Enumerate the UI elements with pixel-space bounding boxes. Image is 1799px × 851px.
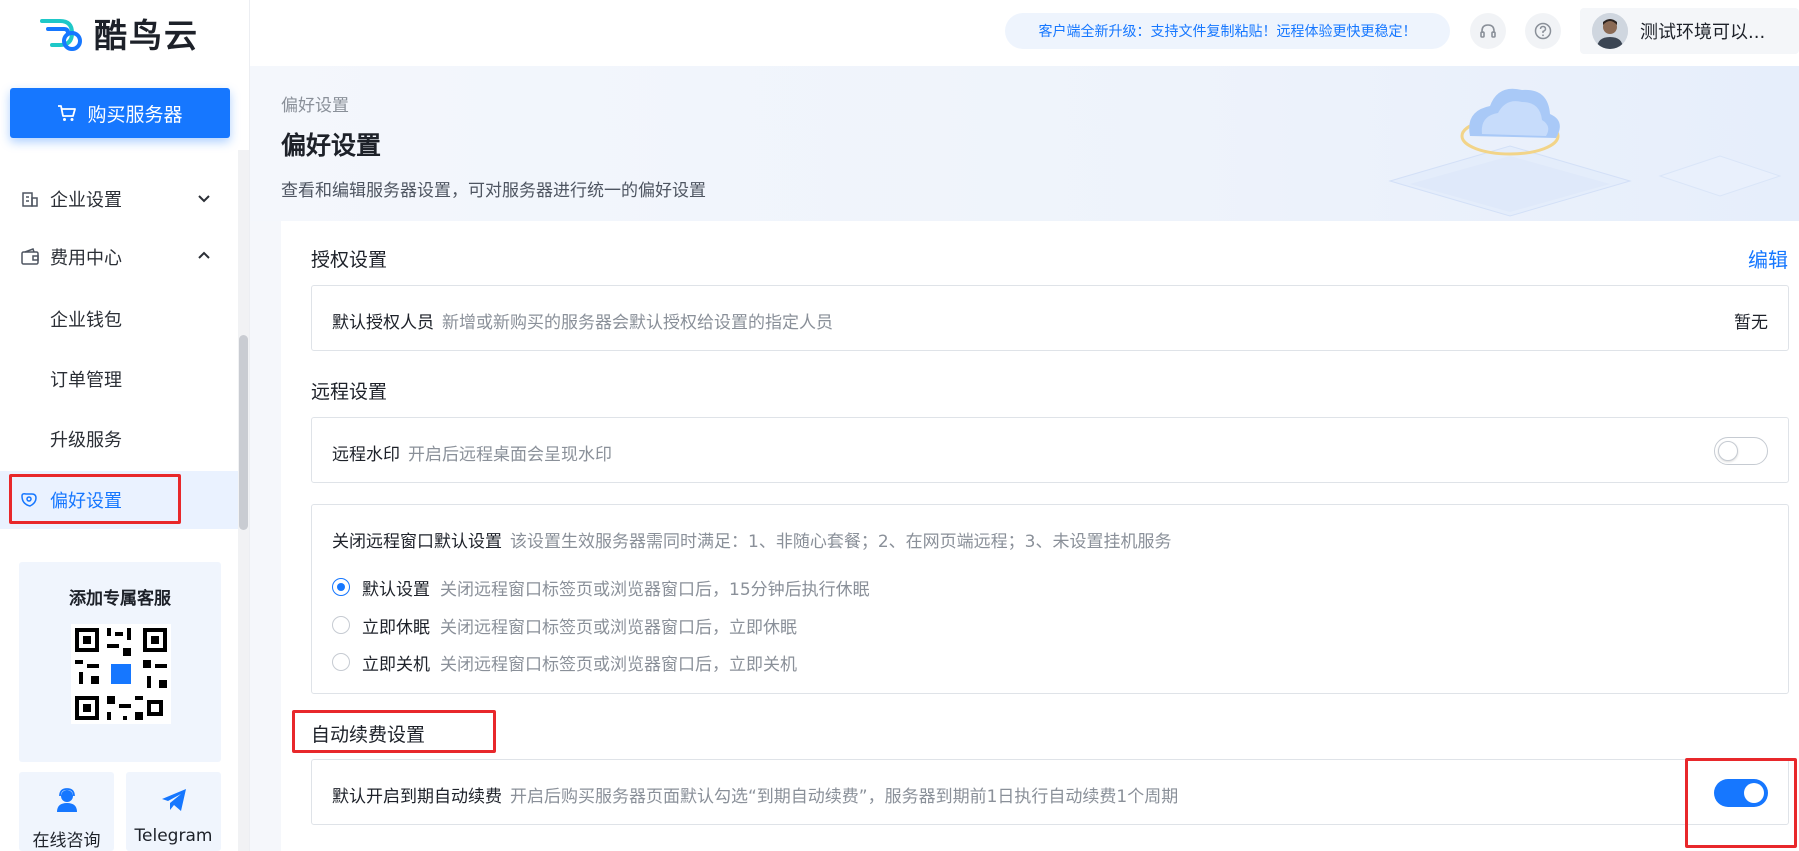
cart-icon (58, 105, 77, 121)
sidebar-item-label: 订单管理 (50, 370, 122, 391)
auto-renew-hint: 开启后购买服务器页面默认勾选“到期自动续费”，服务器到期前1日执行自动续费1个周… (510, 787, 1179, 807)
customer-service-icon (57, 788, 77, 812)
radio-option-default[interactable]: 默认设置 关闭远程窗口标签页或浏览器窗口后，15分钟后执行休眠 (332, 575, 870, 600)
online-consult-button[interactable]: 在线咨询 (19, 772, 114, 851)
default-auth-user-value: 暂无 (1734, 313, 1768, 333)
remote-watermark-hint: 开启后远程桌面会呈现水印 (408, 445, 612, 465)
support-button[interactable] (1470, 13, 1506, 49)
edit-auth-button[interactable]: 编辑 (1748, 244, 1788, 273)
remote-watermark-label: 远程水印 开启后远程桌面会呈现水印 (332, 440, 612, 465)
logo-icon (40, 19, 82, 51)
preferences-icon (21, 493, 37, 507)
default-auth-user-row: 默认授权人员 新增或新购买的服务器会默认授权给设置的指定人员 暂无 (311, 285, 1789, 351)
headset-icon (1480, 24, 1496, 38)
upgrade-notice[interactable]: 客户端全新升级：支持文件复制粘贴！远程体验更快更稳定！ (1005, 13, 1450, 49)
telegram-icon (162, 789, 186, 811)
close-window-hint: 该设置生效服务器需同时满足：1、非随心套餐；2、在网页端远程；3、未设置挂机服务 (510, 532, 1172, 552)
default-auth-user-hint: 新增或新购买的服务器会默认授权给设置的指定人员 (442, 313, 833, 333)
remote-watermark-text: 远程水印 (332, 445, 400, 465)
auto-renew-toggle[interactable] (1714, 779, 1768, 807)
logo[interactable]: 酷鸟云 (38, 12, 199, 55)
close-window-settings-box: 关闭远程窗口默认设置 该设置生效服务器需同时满足：1、非随心套餐；2、在网页端远程… (311, 504, 1789, 694)
radio-option-hint: 关闭远程窗口标签页或浏览器窗口后，立即休眠 (440, 617, 797, 638)
user-avatar-icon (1592, 13, 1628, 49)
remote-watermark-row: 远程水印 开启后远程桌面会呈现水印 (311, 417, 1789, 483)
auto-renew-label: 默认开启到期自动续费 开启后购买服务器页面默认勾选“到期自动续费”，服务器到期前1… (332, 782, 1178, 807)
default-auth-user-label: 默认授权人员 新增或新购买的服务器会默认授权给设置的指定人员 (332, 308, 833, 333)
telegram-button[interactable]: Telegram (126, 772, 221, 851)
chevron-up-icon (198, 251, 210, 259)
sidebar-item-label: 偏好设置 (50, 491, 122, 512)
sidebar-scrollbar-thumb[interactable] (239, 335, 248, 530)
user-name: 测试环境可以... (1640, 22, 1766, 43)
page-description: 查看和编辑服务器设置，可对服务器进行统一的偏好设置 (281, 181, 706, 201)
sidebar: 酷鸟云 购买服务器 企业设置 费用中心 企业钱包 订单管理 升级服务 偏好设置 … (0, 0, 250, 851)
buy-server-label: 购买服务器 (87, 103, 183, 126)
logo-text: 酷鸟云 (94, 16, 199, 55)
close-window-text: 关闭远程窗口默认设置 (332, 532, 502, 552)
sidebar-item-enterprise-settings[interactable]: 企业设置 (0, 171, 238, 227)
sidebar-item-label: 费用中心 (50, 248, 122, 269)
radio-button[interactable] (332, 653, 350, 671)
auth-settings-title: 授权设置 (311, 249, 388, 271)
top-bar: 客户端全新升级：支持文件复制粘贴！远程体验更快更稳定！ 测试环境可以... (250, 0, 1799, 66)
sidebar-item-label: 升级服务 (50, 430, 122, 451)
auto-renew-settings-title: 自动续费设置 (311, 724, 426, 746)
remote-settings-title: 远程设置 (311, 381, 388, 403)
sidebar-item-enterprise-wallet[interactable]: 企业钱包 (0, 290, 238, 348)
toggle-knob (1744, 783, 1764, 803)
remote-watermark-toggle[interactable] (1714, 437, 1768, 465)
radio-option-sleep[interactable]: 立即休眠 关闭远程窗口标签页或浏览器窗口后，立即休眠 (332, 613, 797, 638)
buy-server-button[interactable]: 购买服务器 (10, 88, 230, 138)
contact-label: 在线咨询 (32, 831, 101, 851)
toggle-knob (1718, 441, 1738, 461)
sidebar-scrollbar[interactable] (238, 150, 249, 851)
radio-option-hint: 关闭远程窗口标签页或浏览器窗口后，15分钟后执行休眠 (440, 579, 870, 600)
radio-option-label: 立即关机 (362, 654, 430, 675)
sidebar-item-label: 企业钱包 (50, 310, 122, 331)
cloud-illustration-icon (1388, 88, 1782, 217)
radio-button-checked[interactable] (332, 578, 350, 596)
qr-code-icon (71, 624, 171, 724)
question-icon (1534, 22, 1552, 40)
close-window-label: 关闭远程窗口默认设置 该设置生效服务器需同时满足：1、非随心套餐；2、在网页端远程… (332, 527, 1171, 552)
breadcrumb[interactable]: 偏好设置 (281, 91, 349, 116)
auto-renew-row: 默认开启到期自动续费 开启后购买服务器页面默认勾选“到期自动续费”，服务器到期前1… (311, 759, 1789, 825)
radio-option-label: 立即休眠 (362, 617, 430, 638)
radio-option-hint: 关闭远程窗口标签页或浏览器窗口后，立即关机 (440, 654, 797, 675)
dedicated-service-card: 添加专属客服 (19, 562, 221, 762)
default-auth-user-text: 默认授权人员 (332, 313, 434, 333)
building-icon (22, 192, 38, 207)
page-title: 偏好设置 (281, 131, 382, 160)
chevron-down-icon (198, 195, 210, 203)
radio-option-label: 默认设置 (362, 579, 430, 600)
radio-option-shutdown[interactable]: 立即关机 关闭远程窗口标签页或浏览器窗口后，立即关机 (332, 650, 797, 675)
service-card-title: 添加专属客服 (69, 589, 171, 609)
sidebar-item-upgrade-service[interactable]: 升级服务 (0, 410, 238, 468)
radio-button[interactable] (332, 616, 350, 634)
auto-renew-text: 默认开启到期自动续费 (332, 787, 502, 807)
wallet-icon (21, 248, 39, 265)
sidebar-item-preferences[interactable]: 偏好设置 (0, 471, 238, 529)
sidebar-item-billing-center[interactable]: 费用中心 (0, 229, 238, 285)
user-menu[interactable]: 测试环境可以... (1580, 8, 1799, 54)
avatar (1592, 13, 1628, 49)
sidebar-item-label: 企业设置 (50, 190, 122, 211)
help-button[interactable] (1525, 13, 1561, 49)
sidebar-item-order-management[interactable]: 订单管理 (0, 350, 238, 408)
contact-label: Telegram (134, 826, 213, 846)
